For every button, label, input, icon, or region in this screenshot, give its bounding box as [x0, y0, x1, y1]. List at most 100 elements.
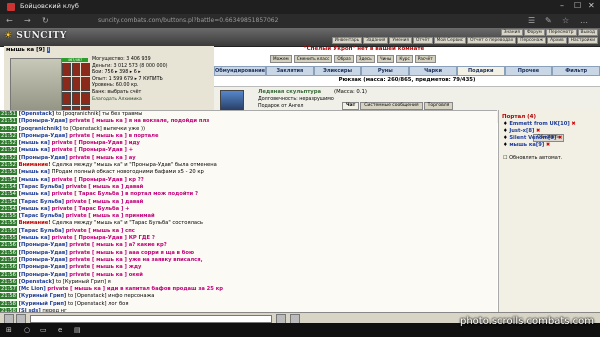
folder-icon[interactable]: ▤ — [74, 326, 81, 334]
nav-button[interactable]: Отчет о переводах — [467, 37, 517, 44]
info-icon[interactable]: i — [46, 47, 51, 53]
nav-button[interactable]: Отчёт — [413, 37, 433, 44]
chat-author[interactable]: [Тарас Бульба] — [19, 199, 64, 205]
equip-slot[interactable] — [62, 91, 71, 105]
nav-button[interactable]: Инвентарь — [331, 37, 363, 44]
tab-7[interactable]: Фильтр — [552, 66, 600, 76]
chat-author[interactable]: [Тарас Бульба] — [19, 184, 64, 190]
minimize-icon[interactable]: – — [560, 1, 564, 10]
chat-author[interactable]: [Пронырa-Удав] — [19, 155, 68, 161]
equip-slot[interactable] — [81, 77, 90, 91]
equip-slot[interactable] — [71, 63, 81, 77]
user-action-icon[interactable]: ✖ — [556, 135, 562, 141]
chat-author[interactable]: [Куриный Грип] — [19, 293, 67, 299]
more-icon[interactable]: … — [580, 16, 588, 25]
chat-tab[interactable]: Чат — [342, 102, 360, 110]
equip-slot[interactable] — [62, 63, 71, 77]
nav-button[interactable]: Задания — [363, 37, 389, 44]
user-name[interactable]: Silent Venom[8] — [509, 135, 556, 141]
url-field[interactable]: suncity.combats.com/buttons.pl?battle=0.… — [98, 17, 278, 24]
user-name[interactable]: Just-x[8] — [509, 128, 534, 134]
action-button[interactable]: Здесь — [355, 55, 375, 63]
forward-icon[interactable]: → — [24, 16, 31, 25]
chat-author[interactable]: [мышь ка] — [19, 235, 50, 241]
task-view-icon[interactable]: ▭ — [40, 326, 47, 334]
chat-author[interactable]: [мышь ка] — [19, 169, 50, 175]
action-button[interactable]: Образ — [334, 55, 354, 63]
chat-author[interactable]: [Mc Lion] — [19, 286, 46, 292]
user-entry[interactable]: ♦ Silent Venom[8] ✖ — [503, 135, 562, 141]
auto-update-checkbox[interactable]: ☐ Обновлять автомат. — [503, 155, 562, 161]
share-icon[interactable]: ✎ — [545, 16, 552, 25]
tab-6[interactable]: Прочее — [504, 66, 553, 76]
user-action-icon[interactable]: ✖ — [534, 128, 540, 134]
nav-button[interactable]: Мой Сервис — [433, 37, 467, 44]
chat-author[interactable]: Внимание! — [19, 162, 51, 168]
chat-author[interactable]: [мышь ка] — [19, 140, 50, 146]
nav-button[interactable]: Архив — [547, 37, 567, 44]
character-name[interactable]: мышь ка [9] i — [6, 47, 51, 53]
chat-author[interactable]: [мышь ка] — [19, 191, 50, 197]
user-name[interactable]: мышь ка[9] — [509, 142, 544, 148]
action-button[interactable]: Чины — [376, 55, 395, 63]
user-action-icon[interactable]: ✖ — [570, 121, 575, 127]
nav-button[interactable]: Умения — [389, 37, 413, 44]
chat-input[interactable] — [30, 315, 272, 323]
chat-author[interactable]: [Openstack] — [19, 111, 55, 117]
close-icon[interactable]: ✕ — [588, 1, 595, 10]
nav-button[interactable]: Форум — [523, 29, 545, 36]
nav-button[interactable]: Выход — [577, 29, 598, 36]
search-icon[interactable]: ○ — [24, 326, 30, 334]
action-button[interactable]: Можем — [270, 55, 292, 63]
tab-2[interactable]: Эликсиры — [313, 66, 362, 76]
nav-button[interactable]: Персонаж — [517, 37, 547, 44]
chat-author[interactable]: [Пронырa-Удав] — [19, 272, 68, 278]
action-button[interactable]: Расчёт — [414, 55, 436, 63]
item-name[interactable]: Ледяная скульптура — [258, 89, 321, 95]
chat-author[interactable]: [Тарас Бульба] — [19, 228, 64, 234]
user-name[interactable]: Emmett from UK[10] — [509, 121, 569, 127]
tab-4[interactable]: Чарки — [409, 66, 457, 76]
bank-stat[interactable]: Банк: выбрать счёт — [92, 90, 212, 97]
chat-author[interactable]: [Пронырa-Удав] — [19, 133, 68, 139]
start-icon[interactable]: ⊞ — [6, 326, 12, 334]
hub-icon[interactable]: ☆ — [562, 16, 569, 25]
chat-author[interactable]: [poqranichnik] — [19, 126, 62, 132]
nav-button[interactable]: Пересмотр — [545, 29, 577, 36]
user-action-icon[interactable]: ✖ — [544, 142, 550, 148]
action-button[interactable]: Сменить класс — [293, 55, 333, 63]
chat-author[interactable]: [мышь ка] — [19, 177, 50, 183]
chat-author[interactable]: [Пронырa-Удав] — [19, 118, 68, 124]
reading-icon[interactable]: ☰ — [528, 16, 535, 25]
maximize-icon[interactable]: ☐ — [574, 1, 581, 10]
chat-tab[interactable]: Системные сообщения — [360, 102, 423, 110]
tab-0[interactable]: Обмундирование — [214, 66, 266, 76]
equip-slot[interactable] — [81, 91, 90, 105]
chat-author[interactable]: [Куриный Грип] — [19, 301, 67, 307]
equip-slot[interactable] — [81, 63, 90, 77]
chat-author[interactable]: [Пронырa-Удав] — [19, 257, 68, 263]
tab-5[interactable]: Подарки — [456, 66, 505, 76]
chat-author[interactable]: [Тарас Бульба] — [19, 213, 64, 219]
chat-tab[interactable]: Торговля — [423, 102, 454, 110]
nav-button[interactable]: Знания — [500, 29, 523, 36]
chat-author[interactable]: [мышь ка] — [19, 206, 50, 212]
equip-slot[interactable] — [62, 77, 71, 91]
chat-author[interactable]: [Openstack] — [19, 279, 55, 285]
nav-button[interactable]: Настройки — [567, 37, 598, 44]
chat-author[interactable]: Внимание! — [19, 220, 51, 226]
user-entry[interactable]: ♦ Emmett from UK[10] ✖ — [503, 121, 576, 127]
chat-author[interactable]: [мышь ка] — [19, 147, 50, 153]
chat-log[interactable]: 21:51 [Openstack] to [poqranichnik] ты б… — [0, 110, 497, 313]
back-icon[interactable]: ← — [6, 16, 13, 25]
user-entry[interactable]: ♦ Just-x[8] ✖ — [503, 128, 540, 134]
equip-slot[interactable] — [71, 77, 81, 91]
user-entry[interactable]: ♦ мышь ка[9] ✖ — [503, 142, 550, 148]
chat-author[interactable]: [Пронырa-Удав] — [19, 242, 68, 248]
chat-author[interactable]: [Пронырa-Удав] — [19, 264, 68, 270]
browser-icon[interactable]: e — [58, 326, 62, 334]
action-button[interactable]: Курс — [396, 55, 413, 63]
tab-3[interactable]: Руны — [361, 66, 410, 76]
refresh-icon[interactable]: ↻ — [42, 16, 49, 25]
equip-slot[interactable] — [71, 91, 81, 105]
